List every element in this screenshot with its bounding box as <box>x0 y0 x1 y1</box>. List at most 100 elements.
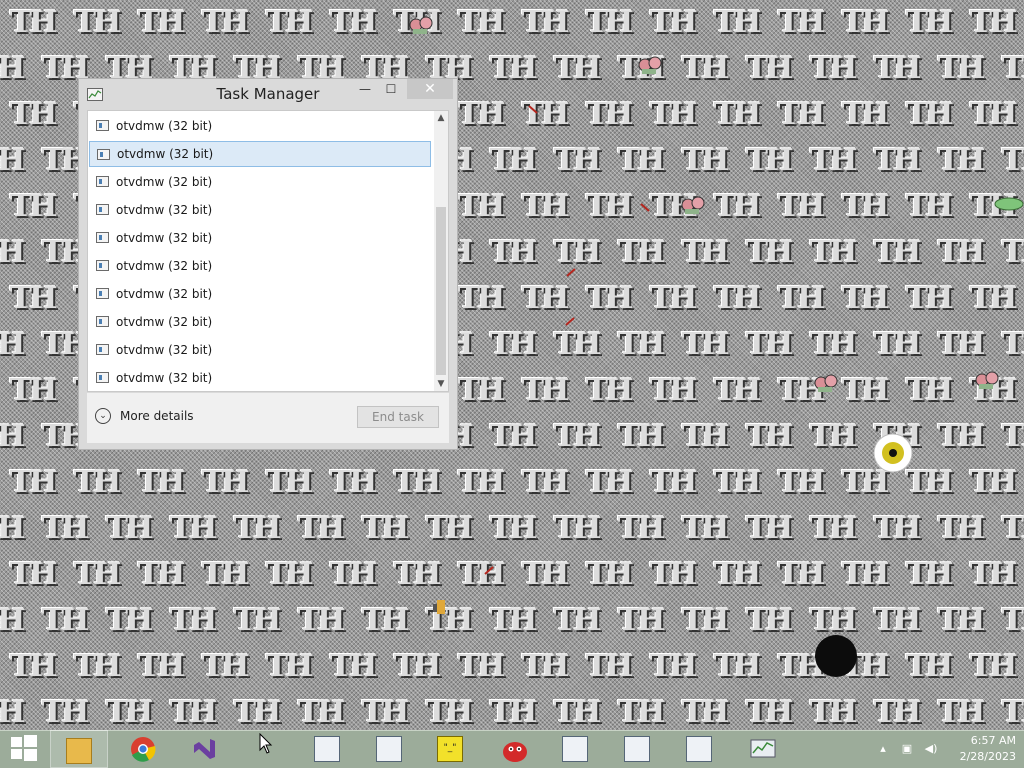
process-row[interactable]: otvdmw (32 bit) <box>89 169 431 195</box>
process-row[interactable]: otvdmw (32 bit) <box>89 197 431 223</box>
wallpaper-tile: TH <box>937 51 986 86</box>
wallpaper-tile: TH <box>681 235 730 270</box>
process-row[interactable]: otvdmw (32 bit) <box>89 365 431 391</box>
wallpaper-tile: TH <box>681 603 730 638</box>
scroll-down-arrow-icon[interactable]: ▼ <box>434 377 448 391</box>
wallpaper-tile: TH <box>841 5 890 40</box>
wallpaper-tile: TH <box>457 281 506 316</box>
taskbar-visual-studio[interactable] <box>175 730 233 768</box>
wallpaper-tile: TH <box>681 143 730 178</box>
process-row[interactable]: otvdmw (32 bit) <box>89 141 431 167</box>
window-icon <box>624 736 650 762</box>
taskbar-window[interactable] <box>608 730 666 768</box>
taskbar-window[interactable] <box>670 730 728 768</box>
wallpaper-tile: TH <box>745 327 794 362</box>
process-row[interactable]: otvdmw (32 bit) <box>89 337 431 363</box>
show-hidden-icons-icon[interactable]: ▴ <box>876 743 890 755</box>
more-details-link[interactable]: More details <box>120 409 194 423</box>
end-task-button[interactable]: End task <box>357 406 439 428</box>
wallpaper-tile: TH <box>745 603 794 638</box>
network-icon[interactable]: ▣ <box>900 743 914 755</box>
wallpaper-tile: TH <box>169 695 218 730</box>
wallpaper-tile: TH <box>489 51 538 86</box>
process-name: otvdmw (32 bit) <box>116 259 213 273</box>
wallpaper-tile: TH <box>585 465 634 500</box>
taskbar-window[interactable] <box>298 730 356 768</box>
minimize-button[interactable]: — <box>355 79 375 99</box>
wallpaper-tile: TH <box>265 649 314 684</box>
taskbar-window[interactable] <box>360 730 418 768</box>
start-button[interactable] <box>0 730 48 768</box>
wallpaper-tile: TH <box>201 465 250 500</box>
volume-icon[interactable]: ◀) <box>924 743 938 755</box>
wallpaper-row: THTHTHTHTHTHTHTHTHTHTHTHTHTHTHTHTHTH <box>0 0 1024 46</box>
wallpaper-tile: TH <box>969 465 1018 500</box>
wallpaper-tile: TH <box>1001 603 1024 638</box>
process-row[interactable]: otvdmw (32 bit) <box>89 281 431 307</box>
scroll-up-arrow-icon[interactable]: ▲ <box>434 111 448 125</box>
wallpaper-tile: TH <box>841 557 890 592</box>
wallpaper-tile: TH <box>809 143 858 178</box>
process-row[interactable]: otvdmw (32 bit) <box>89 309 431 335</box>
wallpaper-tile: TH <box>553 695 602 730</box>
wallpaper-tile: TH <box>489 143 538 178</box>
wallpaper-tile: TH <box>0 603 25 638</box>
taskbar-red-creature[interactable] <box>485 730 543 768</box>
wallpaper-tile: TH <box>489 603 538 638</box>
wallpaper-tile: TH <box>873 511 922 546</box>
wallpaper-tile: TH <box>841 189 890 224</box>
wallpaper-tile: TH <box>137 649 186 684</box>
wallpaper-tile: TH <box>937 603 986 638</box>
wallpaper-tile: TH <box>777 189 826 224</box>
vertical-scrollbar[interactable]: ▲ ▼ <box>434 111 448 391</box>
wallpaper-tile: TH <box>393 557 442 592</box>
wallpaper-tile: TH <box>201 5 250 40</box>
maximize-button[interactable]: ☐ <box>381 79 401 99</box>
process-row[interactable]: otvdmw (32 bit) <box>89 113 431 139</box>
wallpaper-tile: TH <box>969 649 1018 684</box>
wallpaper-tile: TH <box>905 189 954 224</box>
taskbar-chrome[interactable] <box>114 730 172 768</box>
process-name: otvdmw (32 bit) <box>116 343 213 357</box>
scroll-thumb[interactable] <box>436 207 446 375</box>
wallpaper-tile: TH <box>585 281 634 316</box>
taskbar-file-explorer[interactable] <box>50 730 108 768</box>
process-row[interactable]: otvdmw (32 bit) <box>89 225 431 251</box>
wallpaper-tile: TH <box>73 649 122 684</box>
clock[interactable]: 6:57 AM 2/28/2023 <box>944 733 1016 765</box>
close-button[interactable]: ✕ <box>407 79 453 99</box>
wallpaper-tile: TH <box>0 51 25 86</box>
chrome-icon <box>130 736 156 762</box>
wallpaper-tile: TH <box>809 511 858 546</box>
chevron-down-icon[interactable]: ⌄ <box>95 408 111 424</box>
taskbar-window[interactable] <box>546 730 604 768</box>
wallpaper-tile: TH <box>713 649 762 684</box>
wallpaper-tile: TH <box>937 511 986 546</box>
wallpaper-tile: TH <box>585 5 634 40</box>
app-window-icon <box>96 344 109 355</box>
wallpaper-tile: TH <box>393 649 442 684</box>
process-name: otvdmw (32 bit) <box>117 147 214 161</box>
process-row[interactable]: otvdmw (32 bit) <box>89 253 431 279</box>
taskbar-yellow-face[interactable]: "_" <box>421 730 479 768</box>
process-list: otvdmw (32 bit) otvdmw (32 bit) otvdmw (32… <box>88 111 434 393</box>
wallpaper-tile: TH <box>585 97 634 132</box>
app-window-icon <box>96 176 109 187</box>
wallpaper-tile: TH <box>521 97 570 132</box>
wallpaper-tile: TH <box>169 603 218 638</box>
process-list-panel: otvdmw (32 bit) otvdmw (32 bit) otvdmw (32… <box>87 110 449 392</box>
wallpaper-tile: TH <box>521 557 570 592</box>
wallpaper-tile: TH <box>905 281 954 316</box>
taskbar-task-manager[interactable] <box>734 730 792 768</box>
taskbar: "_" ▴ ▣ ◀) 6:57 AM 2/28/2023 <box>0 730 1024 768</box>
title-bar[interactable]: Task Manager — ☐ ✕ <box>79 79 457 109</box>
wallpaper-tile: TH <box>105 695 154 730</box>
window-icon <box>376 736 402 762</box>
wallpaper-tile: TH <box>553 143 602 178</box>
wallpaper-tile: TH <box>361 695 410 730</box>
wallpaper-tile: TH <box>617 419 666 454</box>
wallpaper-tile: TH <box>617 511 666 546</box>
wallpaper-tile: TH <box>41 511 90 546</box>
wallpaper-tile: TH <box>553 419 602 454</box>
flower-sprite <box>679 195 707 221</box>
